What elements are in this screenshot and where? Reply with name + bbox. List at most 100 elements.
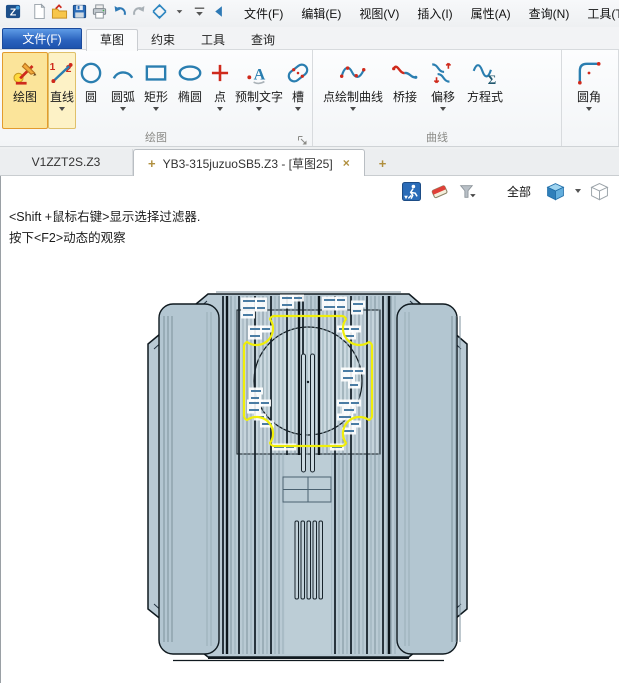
viewport-toolbar: 全部 bbox=[401, 180, 619, 202]
dropdown-caret-icon[interactable] bbox=[586, 104, 592, 114]
toolbar-options-icon[interactable] bbox=[190, 2, 208, 20]
redo-icon[interactable] bbox=[130, 2, 148, 20]
arc-icon bbox=[109, 56, 137, 90]
tool-预制文字[interactable]: A预制文字 bbox=[232, 52, 286, 129]
exit-walker-icon[interactable] bbox=[401, 181, 421, 201]
dropdown-caret-icon[interactable] bbox=[350, 104, 356, 114]
group-label: 曲线 bbox=[313, 129, 561, 146]
tool-label: 直线 bbox=[50, 90, 74, 104]
dropdown-caret-icon[interactable] bbox=[256, 104, 262, 114]
collapse-icon[interactable] bbox=[210, 2, 228, 20]
view-dropdown-caret-icon[interactable] bbox=[575, 189, 581, 193]
tool-label: 矩形 bbox=[144, 90, 168, 104]
tool-直线[interactable]: 12直线 bbox=[48, 52, 76, 129]
dropdown-caret-icon[interactable] bbox=[153, 104, 159, 114]
tab-expand-icon[interactable]: + bbox=[148, 156, 156, 171]
tool-圆[interactable]: 圆 bbox=[76, 52, 106, 129]
prompt-line-2: 按下<F2>动态的观察 bbox=[9, 228, 200, 249]
menu-1[interactable]: 文件(F) bbox=[235, 1, 292, 26]
view-cube-icon[interactable] bbox=[545, 181, 565, 201]
tool-点绘制曲线[interactable]: 点绘制曲线 bbox=[321, 52, 385, 129]
svg-text:1: 1 bbox=[50, 62, 56, 73]
draw-sketch-icon bbox=[11, 56, 39, 90]
viewport-canvas[interactable]: 全部 <Shift +鼠标右键>显示选择过滤器. 按下<F2>动态的观察 bbox=[0, 176, 619, 683]
ribbon-tab-查询[interactable]: 查询 bbox=[238, 30, 288, 51]
caret[interactable] bbox=[170, 2, 188, 20]
tool-椭圆[interactable]: 椭圆 bbox=[172, 52, 208, 129]
line-icon: 12 bbox=[48, 56, 76, 90]
tool-桥接[interactable]: 桥接 bbox=[385, 52, 425, 129]
tool-label: 圆 bbox=[85, 90, 97, 104]
tool-绘图[interactable]: 绘图 bbox=[2, 52, 48, 129]
tool-方程式[interactable]: Σ 方程式 bbox=[461, 52, 509, 129]
filter-icon[interactable] bbox=[457, 181, 477, 201]
tool-圆角[interactable]: 圆角 bbox=[570, 52, 608, 129]
bridge-icon bbox=[391, 56, 419, 90]
tool-槽[interactable]: 槽 bbox=[286, 52, 310, 129]
equation-icon: Σ bbox=[471, 56, 499, 90]
dropdown-caret-icon[interactable] bbox=[440, 104, 446, 114]
file-menu-button[interactable]: 文件(F) bbox=[2, 28, 82, 49]
ribbon-tab-工具[interactable]: 工具 bbox=[188, 30, 238, 51]
menu-4[interactable]: 插入(I) bbox=[408, 1, 461, 26]
eraser-icon[interactable] bbox=[429, 181, 449, 201]
title-bar: Z 文件(F)编辑(E)视图(V)插入(I)属性(A)查询(N)工具(T)实 bbox=[0, 0, 619, 27]
group-label bbox=[562, 129, 618, 146]
svg-text:A: A bbox=[254, 66, 266, 83]
dropdown-caret-icon[interactable] bbox=[120, 104, 126, 114]
tool-偏移[interactable]: 偏移 bbox=[425, 52, 461, 129]
svg-text:Z: Z bbox=[9, 7, 16, 18]
ghost-cube-icon[interactable] bbox=[589, 181, 609, 201]
group-dialog-launcher-icon[interactable] bbox=[297, 133, 308, 144]
document-tab-1[interactable]: V1ZZT2S.Z3 bbox=[0, 149, 133, 175]
dropdown-caret-icon[interactable] bbox=[217, 104, 223, 114]
ribbon-group-end: 圆角 bbox=[562, 50, 619, 146]
ribbon-tab-约束[interactable]: 约束 bbox=[138, 30, 188, 51]
app-logo: Z bbox=[4, 2, 22, 20]
ribbon: 绘图12直线圆圆弧矩形椭圆点A预制文字槽绘图点绘制曲线桥接偏移Σ方程式曲线圆角 bbox=[0, 50, 619, 147]
menu-6[interactable]: 查询(N) bbox=[520, 1, 579, 26]
dropdown-caret-icon[interactable] bbox=[59, 104, 65, 114]
prompt-line-1: <Shift +鼠标右键>显示选择过滤器. bbox=[9, 207, 200, 228]
menu-7[interactable]: 工具(T) bbox=[578, 1, 619, 26]
group-label: 绘图 bbox=[0, 129, 312, 146]
svg-text:Σ: Σ bbox=[488, 72, 496, 87]
menu-5[interactable]: 属性(A) bbox=[462, 1, 520, 26]
undo-icon[interactable] bbox=[110, 2, 128, 20]
regen-icon[interactable] bbox=[150, 2, 168, 20]
save-icon[interactable] bbox=[70, 2, 88, 20]
ribbon-tab-草图[interactable]: 草图 bbox=[86, 29, 138, 51]
document-tab-label: V1ZZT2S.Z3 bbox=[32, 155, 101, 169]
new-tab-button[interactable]: + bbox=[379, 156, 387, 171]
tool-label: 绘图 bbox=[13, 90, 37, 104]
curve-points-icon bbox=[339, 56, 367, 90]
document-tab-label: YB3-315juzuoSB5.Z3 - [草图25] bbox=[163, 155, 333, 172]
circle-icon bbox=[77, 56, 105, 90]
tool-label: 点绘制曲线 bbox=[323, 90, 383, 104]
filter-all-dropdown[interactable]: 全部 bbox=[507, 183, 531, 200]
tool-点[interactable]: 点 bbox=[208, 52, 232, 129]
prompt-messages: <Shift +鼠标右键>显示选择过滤器. 按下<F2>动态的观察 bbox=[9, 207, 200, 249]
point-icon bbox=[206, 56, 234, 90]
tool-label: 槽 bbox=[292, 90, 304, 104]
tab-close-icon[interactable]: × bbox=[343, 156, 350, 170]
tool-圆弧[interactable]: 圆弧 bbox=[106, 52, 140, 129]
dropdown-caret-icon[interactable] bbox=[295, 104, 301, 114]
print-icon[interactable] bbox=[90, 2, 108, 20]
tool-矩形[interactable]: 矩形 bbox=[140, 52, 172, 129]
ribbon-tab-bar: 文件(F) 草图约束工具查询 bbox=[0, 27, 619, 50]
new-file-icon[interactable] bbox=[30, 2, 48, 20]
document-tab-2[interactable]: + YB3-315juzuoSB5.Z3 - [草图25] × bbox=[133, 149, 365, 176]
ribbon-group-绘图: 绘图12直线圆圆弧矩形椭圆点A预制文字槽绘图 bbox=[0, 50, 313, 146]
quick-access-toolbar: Z bbox=[3, 2, 229, 25]
tool-label: 桥接 bbox=[393, 90, 417, 104]
cad-motor-drawing[interactable] bbox=[1, 176, 619, 683]
tool-label: 方程式 bbox=[467, 90, 503, 104]
tool-label: 偏移 bbox=[431, 90, 455, 104]
document-tab-bar: V1ZZT2S.Z3 + YB3-315juzuoSB5.Z3 - [草图25] × + bbox=[0, 149, 619, 176]
ribbon-tabs: 草图约束工具查询 bbox=[86, 31, 288, 49]
menu-3[interactable]: 视图(V) bbox=[350, 1, 408, 26]
menu-2[interactable]: 编辑(E) bbox=[292, 1, 350, 26]
menu-bar: 文件(F)编辑(E)视图(V)插入(I)属性(A)查询(N)工具(T)实 bbox=[235, 1, 619, 26]
open-icon[interactable] bbox=[50, 2, 68, 20]
